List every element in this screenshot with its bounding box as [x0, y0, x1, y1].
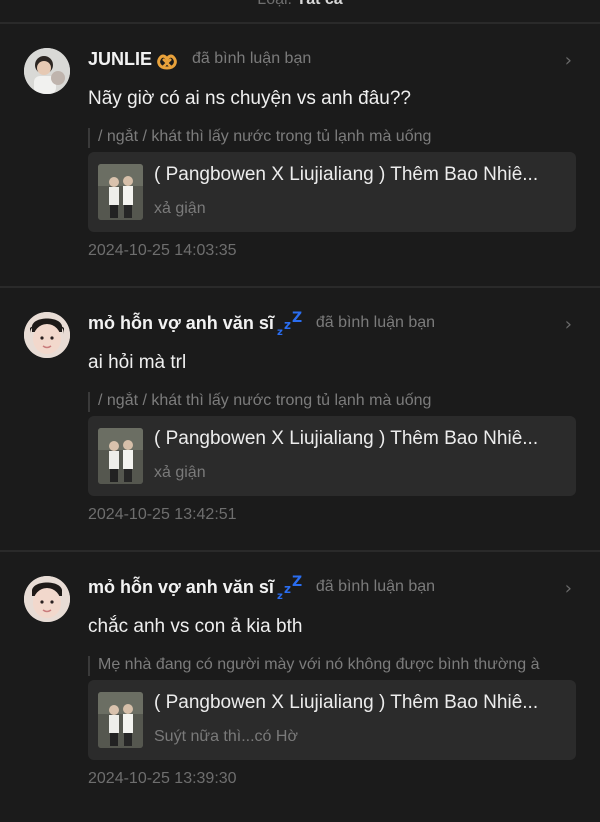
- action-text: đã bình luận bạn: [192, 50, 312, 67]
- chevron-right-icon[interactable]: ›: [565, 578, 572, 599]
- sleeping-zzz-icon: z z Z: [276, 310, 304, 336]
- username[interactable]: JUNLIE: [88, 49, 152, 70]
- post-title: ( Pangbowen X Liujialiang ) Thêm Bao Nhi…: [154, 428, 539, 449]
- quoted-text: Mẹ nhà đang có người mày với nó không đư…: [88, 656, 580, 676]
- post-subtitle: xả giận: [154, 200, 206, 217]
- post-card[interactable]: ( Pangbowen X Liujialiang ) Thêm Bao Nhi…: [88, 152, 576, 232]
- timestamp: 2024-10-25 13:39:30: [88, 770, 237, 787]
- svg-text:Z: Z: [292, 574, 302, 590]
- svg-text:z: z: [277, 591, 283, 600]
- pretzel-icon: [154, 46, 180, 72]
- avatar[interactable]: [24, 312, 70, 358]
- comment-text: chắc anh vs con ả kia bth: [88, 616, 303, 637]
- chevron-right-icon[interactable]: ›: [565, 314, 572, 335]
- post-card[interactable]: ( Pangbowen X Liujialiang ) Thêm Bao Nhi…: [88, 416, 576, 496]
- svg-text:z: z: [284, 582, 291, 596]
- notification-item[interactable]: mỏ hỗn vợ anh văn sĩ z z Z đã bình luận …: [0, 288, 600, 550]
- username[interactable]: mỏ hỗn vợ anh văn sĩ: [88, 313, 274, 334]
- chevron-right-icon[interactable]: ›: [565, 50, 572, 71]
- comment-text: ai hỏi mà trl: [88, 352, 187, 373]
- quoted-text: / ngắt / khát thì lấy nước trong tủ lạnh…: [88, 392, 580, 412]
- notification-item[interactable]: JUNLIE đã bình luận bạn › Nãy giờ có ai …: [0, 24, 600, 286]
- post-title: ( Pangbowen X Liujialiang ) Thêm Bao Nhi…: [154, 692, 539, 713]
- comment-text: Nãy giờ có ai ns chuyện vs anh đâu??: [88, 88, 411, 109]
- post-card[interactable]: ( Pangbowen X Liujialiang ) Thêm Bao Nhi…: [88, 680, 576, 760]
- filter-bar[interactable]: Loại: Tất cả: [0, 0, 600, 22]
- quoted-text: / ngắt / khát thì lấy nước trong tủ lạnh…: [88, 128, 580, 148]
- post-title: ( Pangbowen X Liujialiang ) Thêm Bao Nhi…: [154, 164, 539, 185]
- post-thumbnail: [98, 164, 143, 220]
- svg-text:z: z: [284, 318, 291, 332]
- avatar[interactable]: [24, 576, 70, 622]
- action-text: đã bình luận bạn: [315, 578, 436, 595]
- notification-item[interactable]: mỏ hỗn vợ anh văn sĩ z z Z đã bình luận …: [0, 552, 600, 814]
- username[interactable]: mỏ hỗn vợ anh văn sĩ: [88, 577, 274, 598]
- sleeping-zzz-icon: z z Z: [276, 574, 304, 600]
- post-subtitle: xả giận: [154, 464, 206, 481]
- action-text: đã bình luận bạn: [315, 314, 436, 331]
- post-subtitle: Suýt nữa thì...có Hờ: [154, 728, 298, 745]
- timestamp: 2024-10-25 13:42:51: [88, 506, 237, 523]
- avatar[interactable]: [24, 48, 70, 94]
- timestamp: 2024-10-25 14:03:35: [88, 242, 237, 259]
- post-thumbnail: [98, 428, 143, 484]
- svg-text:z: z: [277, 327, 283, 336]
- post-thumbnail: [98, 692, 143, 748]
- filter-label[interactable]: Loại: Tất cả: [0, 0, 600, 9]
- svg-text:Z: Z: [292, 310, 302, 326]
